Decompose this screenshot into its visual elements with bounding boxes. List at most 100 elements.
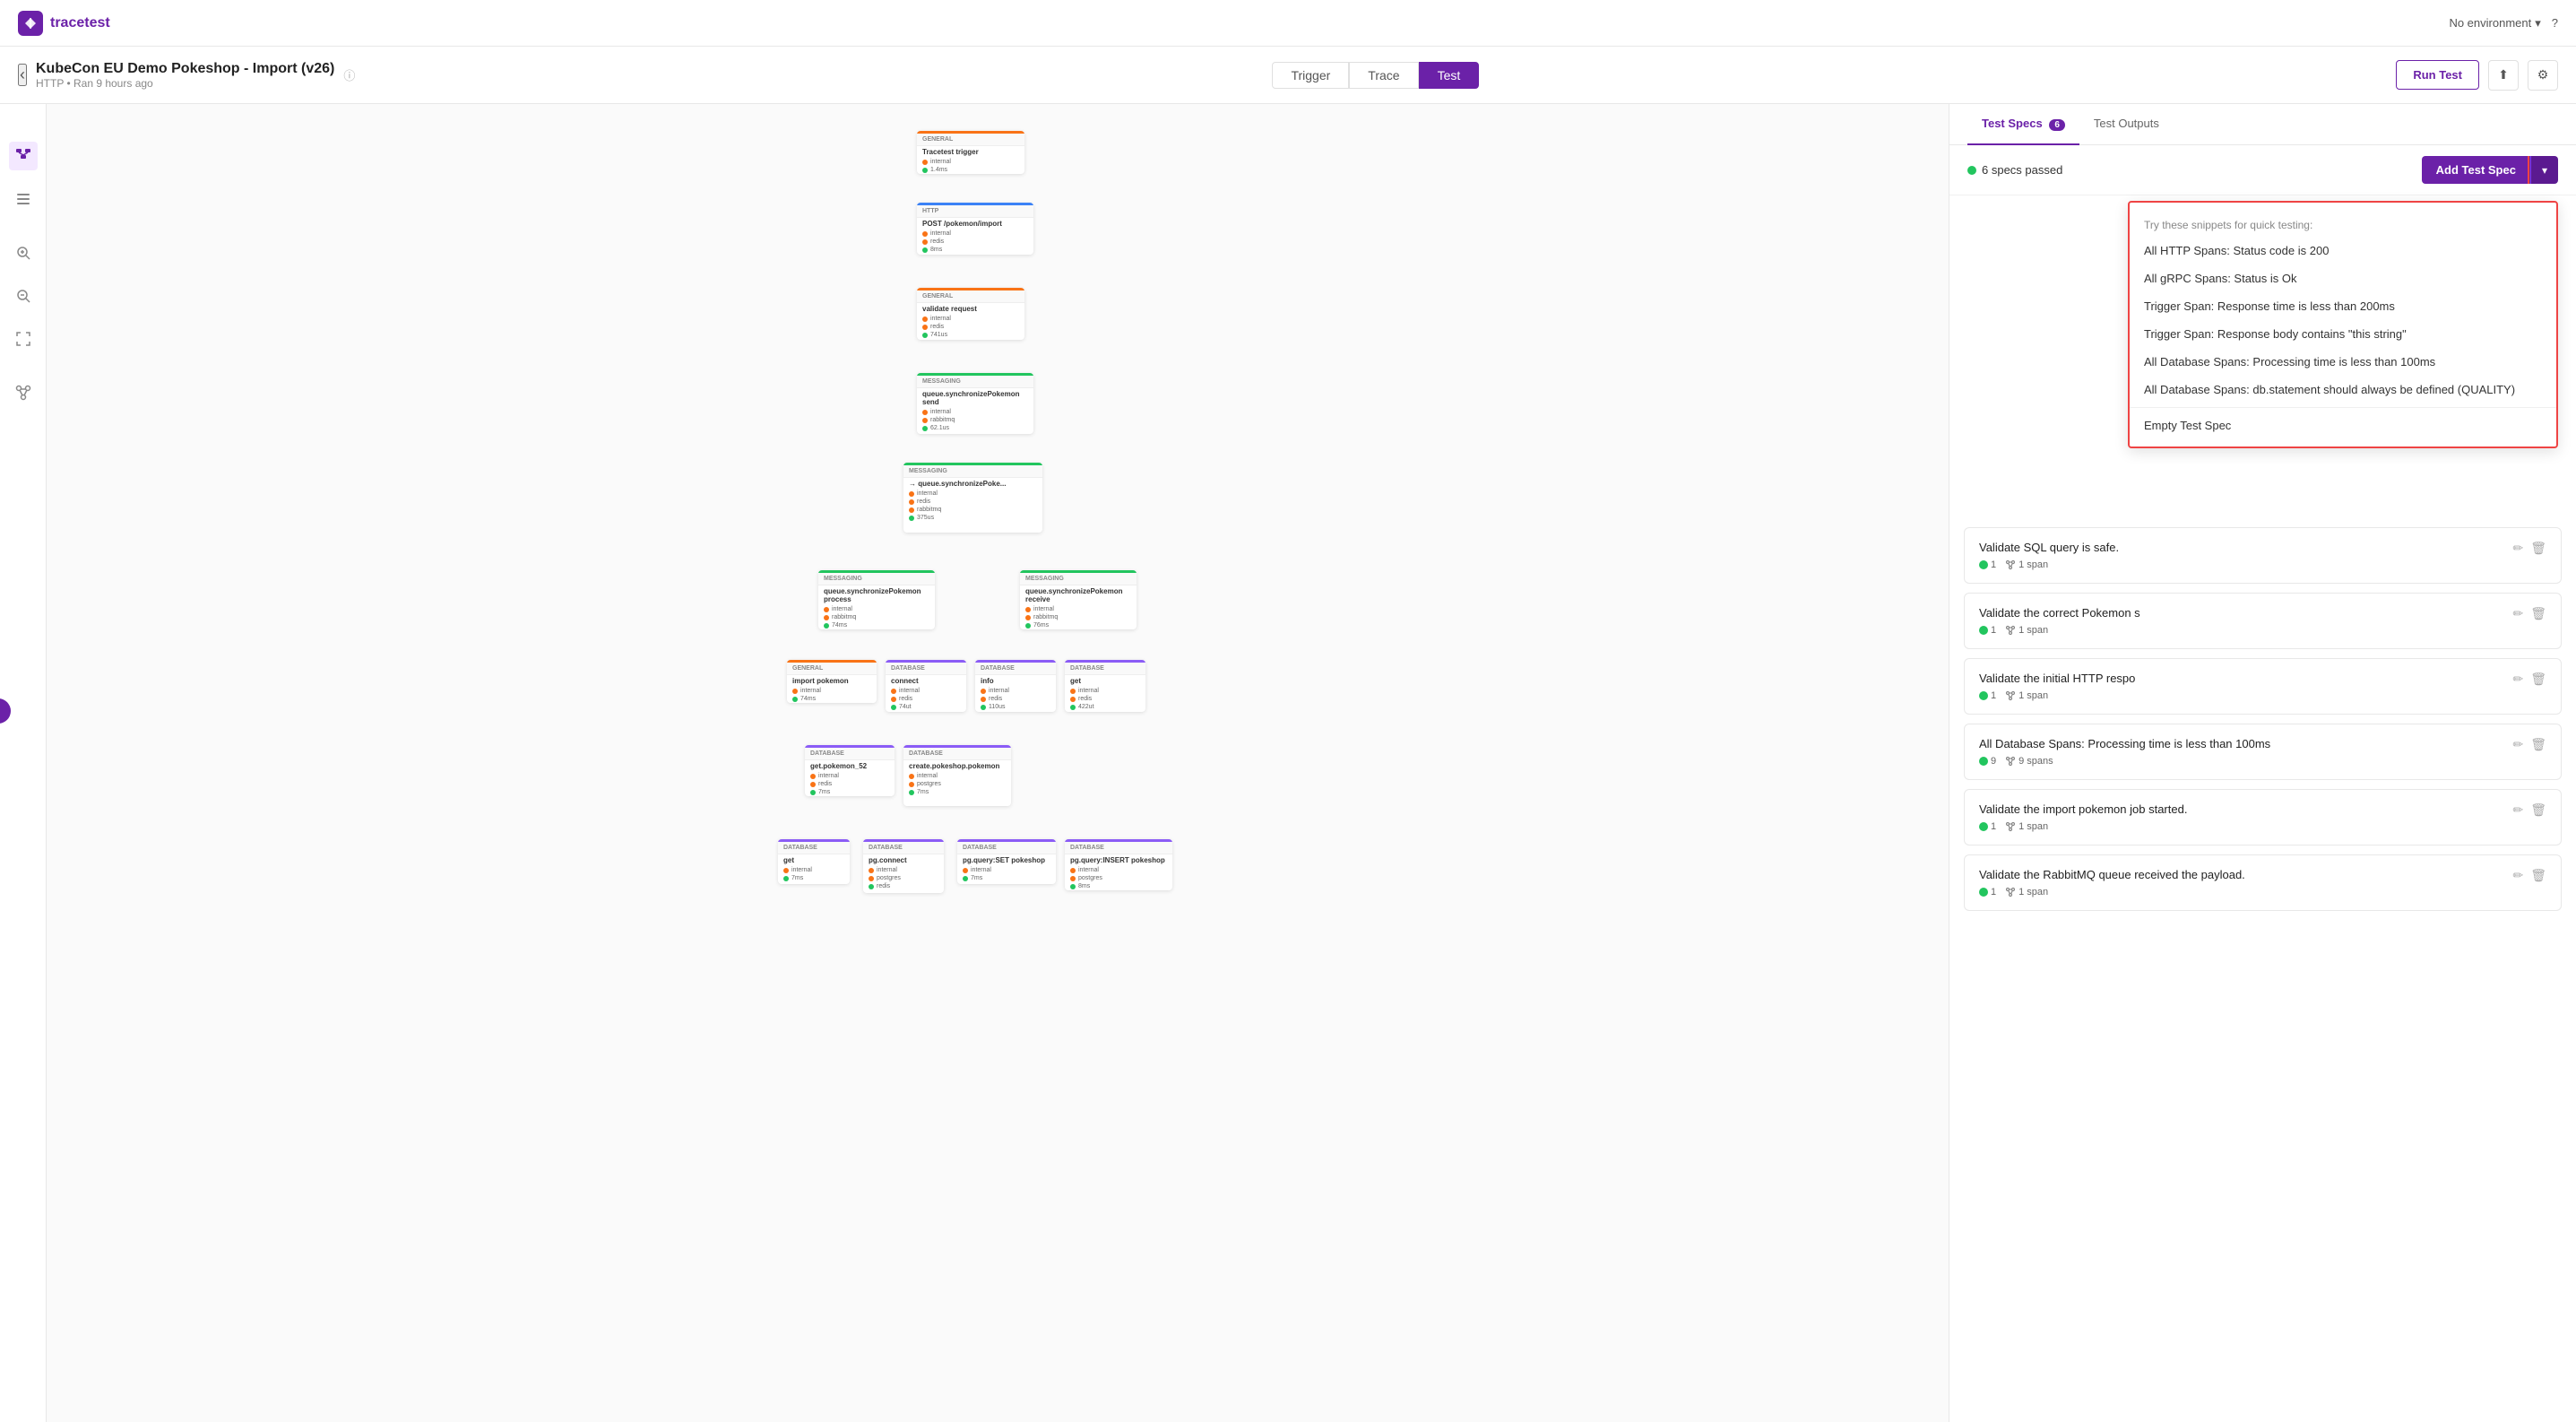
node-dot-icon xyxy=(922,168,928,173)
node-type-label: DATABASE xyxy=(863,842,944,854)
flow-node[interactable]: DATABASEget.pokemon_52internalredis7ms xyxy=(805,745,895,796)
tab-test-specs[interactable]: Test Specs 6 xyxy=(1967,104,2079,145)
dropdown-item-grpc[interactable]: All gRPC Spans: Status is Ok xyxy=(2130,264,2556,292)
node-row: 7ms xyxy=(778,874,850,882)
spec-card[interactable]: Validate the initial HTTP respo 1 1 span… xyxy=(1964,658,2562,715)
test-title: KubeCon EU Demo Pokeshop - Import (v26) xyxy=(36,61,334,77)
help-icon[interactable]: ? xyxy=(2552,16,2558,30)
info-icon[interactable]: ⓘ xyxy=(343,66,355,83)
run-test-button[interactable]: Run Test xyxy=(2396,60,2479,90)
sidebar-icon-fit[interactable] xyxy=(9,325,38,353)
sidebar-icon-zoom-out[interactable] xyxy=(9,282,38,310)
spec-card[interactable]: All Database Spans: Processing time is l… xyxy=(1964,724,2562,780)
flow-node[interactable]: GENERALTracetest triggerinternal1.4ms xyxy=(917,131,1024,174)
flow-node[interactable]: MESSAGING → queue.synchronizePoke...inte… xyxy=(903,463,1042,533)
test-title-text: KubeCon EU Demo Pokeshop - Import (v26) … xyxy=(36,61,334,90)
flow-node[interactable]: MESSAGINGqueue.synchronizePokemon sendin… xyxy=(917,373,1033,434)
tab-test-outputs[interactable]: Test Outputs xyxy=(2079,104,2174,145)
flow-node[interactable]: DATABASEpg.query:SET pokeshopinternal7ms xyxy=(957,839,1056,884)
add-spec-arrow-button[interactable]: ▾ xyxy=(2530,156,2558,184)
edit-icon[interactable]: ✏ xyxy=(2512,737,2523,752)
add-spec-button-group: Add Test Spec ▾ xyxy=(2422,156,2558,184)
flow-node[interactable]: DATABASEgetinternal7ms xyxy=(778,839,850,884)
delete-icon[interactable]: 🗑 xyxy=(2530,868,2546,883)
node-row: internal xyxy=(917,230,1033,238)
node-row: redis xyxy=(1065,695,1145,703)
flow-node[interactable]: MESSAGINGqueue.synchronizePokemon receiv… xyxy=(1020,570,1137,629)
spec-card[interactable]: Validate the RabbitMQ queue received the… xyxy=(1964,854,2562,911)
green-dot-icon xyxy=(1967,166,1976,175)
edit-icon[interactable]: ✏ xyxy=(2512,541,2523,556)
spec-checks: 1 xyxy=(1979,559,1996,570)
node-title: pg.query:SET pokeshop xyxy=(957,854,1056,866)
flow-node[interactable]: MESSAGINGqueue.synchronizePokemon proces… xyxy=(818,570,935,629)
node-row: internal xyxy=(1020,605,1137,613)
flow-node[interactable]: DATABASEpg.query:INSERT pokeshopinternal… xyxy=(1065,839,1172,890)
delete-icon[interactable]: 🗑 xyxy=(2530,737,2546,752)
node-dot-icon xyxy=(810,790,816,795)
spec-title: Validate the import pokemon job started. xyxy=(1979,802,2187,816)
node-dot-icon xyxy=(869,876,874,881)
dropdown-item-trigger-time[interactable]: Trigger Span: Response time is less than… xyxy=(2130,292,2556,320)
export-icon[interactable]: ⬆ xyxy=(2488,60,2519,91)
dropdown-item-db-statement[interactable]: All Database Spans: db.statement should … xyxy=(2130,376,2556,403)
expand-sidebar-button[interactable]: › xyxy=(0,698,11,724)
flow-node[interactable]: GENERALimport pokemoninternal74ms xyxy=(787,660,877,703)
node-title: info xyxy=(975,675,1056,687)
node-dot-icon xyxy=(1070,868,1076,873)
node-row: 76ms xyxy=(1020,621,1137,629)
delete-icon[interactable]: 🗑 xyxy=(2530,541,2546,556)
spec-check-dot xyxy=(1979,888,1988,897)
flow-node[interactable]: HTTPPOST /pokemon/importinternalredis8ms xyxy=(917,203,1033,255)
flow-node[interactable]: DATABASEcreate.pokeshop.pokemoninternalp… xyxy=(903,745,1011,806)
spec-card[interactable]: Validate SQL query is safe. 1 1 span ✏ 🗑 xyxy=(1964,527,2562,584)
delete-icon[interactable]: 🗑 xyxy=(2530,802,2546,818)
node-dot-icon xyxy=(1025,623,1031,629)
node-title: get xyxy=(1065,675,1145,687)
spec-spans: 1 span xyxy=(2005,887,2048,897)
node-row: internal xyxy=(886,687,966,695)
spec-card[interactable]: Validate the correct Pokemon s 1 1 span … xyxy=(1964,593,2562,649)
settings-icon[interactable]: ⚙ xyxy=(2528,60,2558,91)
delete-icon[interactable]: 🗑 xyxy=(2530,606,2546,621)
specs-passed: 6 specs passed xyxy=(1967,163,2062,177)
spec-card-header: Validate the correct Pokemon s 1 1 span … xyxy=(1979,606,2546,636)
add-spec-main-button[interactable]: Add Test Spec xyxy=(2422,156,2530,184)
tab-trigger[interactable]: Trigger xyxy=(1272,62,1349,89)
node-dot-icon xyxy=(922,410,928,415)
node-row: postgres xyxy=(903,780,1011,788)
dropdown-item-empty[interactable]: Empty Test Spec xyxy=(2130,412,2556,439)
sidebar-icon-list[interactable] xyxy=(9,185,38,213)
sidebar-icon-diagram[interactable] xyxy=(9,142,38,170)
sidebar-icon-group[interactable] xyxy=(9,378,38,407)
edit-icon[interactable]: ✏ xyxy=(2512,672,2523,687)
node-title: validate request xyxy=(917,303,1024,315)
flow-node[interactable]: DATABASEconnectinternalredis74ut xyxy=(886,660,966,712)
edit-icon[interactable]: ✏ xyxy=(2512,606,2523,621)
flow-node[interactable]: DATABASEpg.connectinternalpostgresredis xyxy=(863,839,944,893)
main-layout: › GENERALTracet xyxy=(0,104,2576,1422)
nav-right[interactable]: No environment ▾ ? xyxy=(2449,16,2558,30)
flow-node[interactable]: DATABASEgetinternalredis422ut xyxy=(1065,660,1145,712)
spec-checks: 1 xyxy=(1979,690,1996,701)
spec-checks: 1 xyxy=(1979,625,1996,636)
specs-passed-label: 6 specs passed xyxy=(1982,163,2062,177)
dropdown-item-http[interactable]: All HTTP Spans: Status code is 200 xyxy=(2130,237,2556,264)
back-button[interactable]: ‹ xyxy=(18,64,27,86)
delete-icon[interactable]: 🗑 xyxy=(2530,672,2546,687)
node-type-label: HTTP xyxy=(917,205,1033,218)
environment-dropdown[interactable]: No environment ▾ xyxy=(2449,16,2540,30)
dropdown-item-db-time[interactable]: All Database Spans: Processing time is l… xyxy=(2130,348,2556,376)
edit-icon[interactable]: ✏ xyxy=(2512,868,2523,883)
spec-actions: ✏ 🗑 xyxy=(2512,541,2546,556)
edit-icon[interactable]: ✏ xyxy=(2512,802,2523,818)
flow-node[interactable]: GENERALvalidate requestinternalredis741u… xyxy=(917,288,1024,340)
dropdown-item-trigger-body[interactable]: Trigger Span: Response body contains "th… xyxy=(2130,320,2556,348)
spec-card[interactable]: Validate the import pokemon job started.… xyxy=(1964,789,2562,845)
node-type-label: DATABASE xyxy=(903,748,1011,760)
tab-test[interactable]: Test xyxy=(1419,62,1480,89)
sidebar-icon-zoom-in[interactable] xyxy=(9,238,38,267)
flow-node[interactable]: DATABASEinfointernalredis110us xyxy=(975,660,1056,712)
spec-checks: 1 xyxy=(1979,887,1996,897)
tab-trace[interactable]: Trace xyxy=(1349,62,1418,89)
